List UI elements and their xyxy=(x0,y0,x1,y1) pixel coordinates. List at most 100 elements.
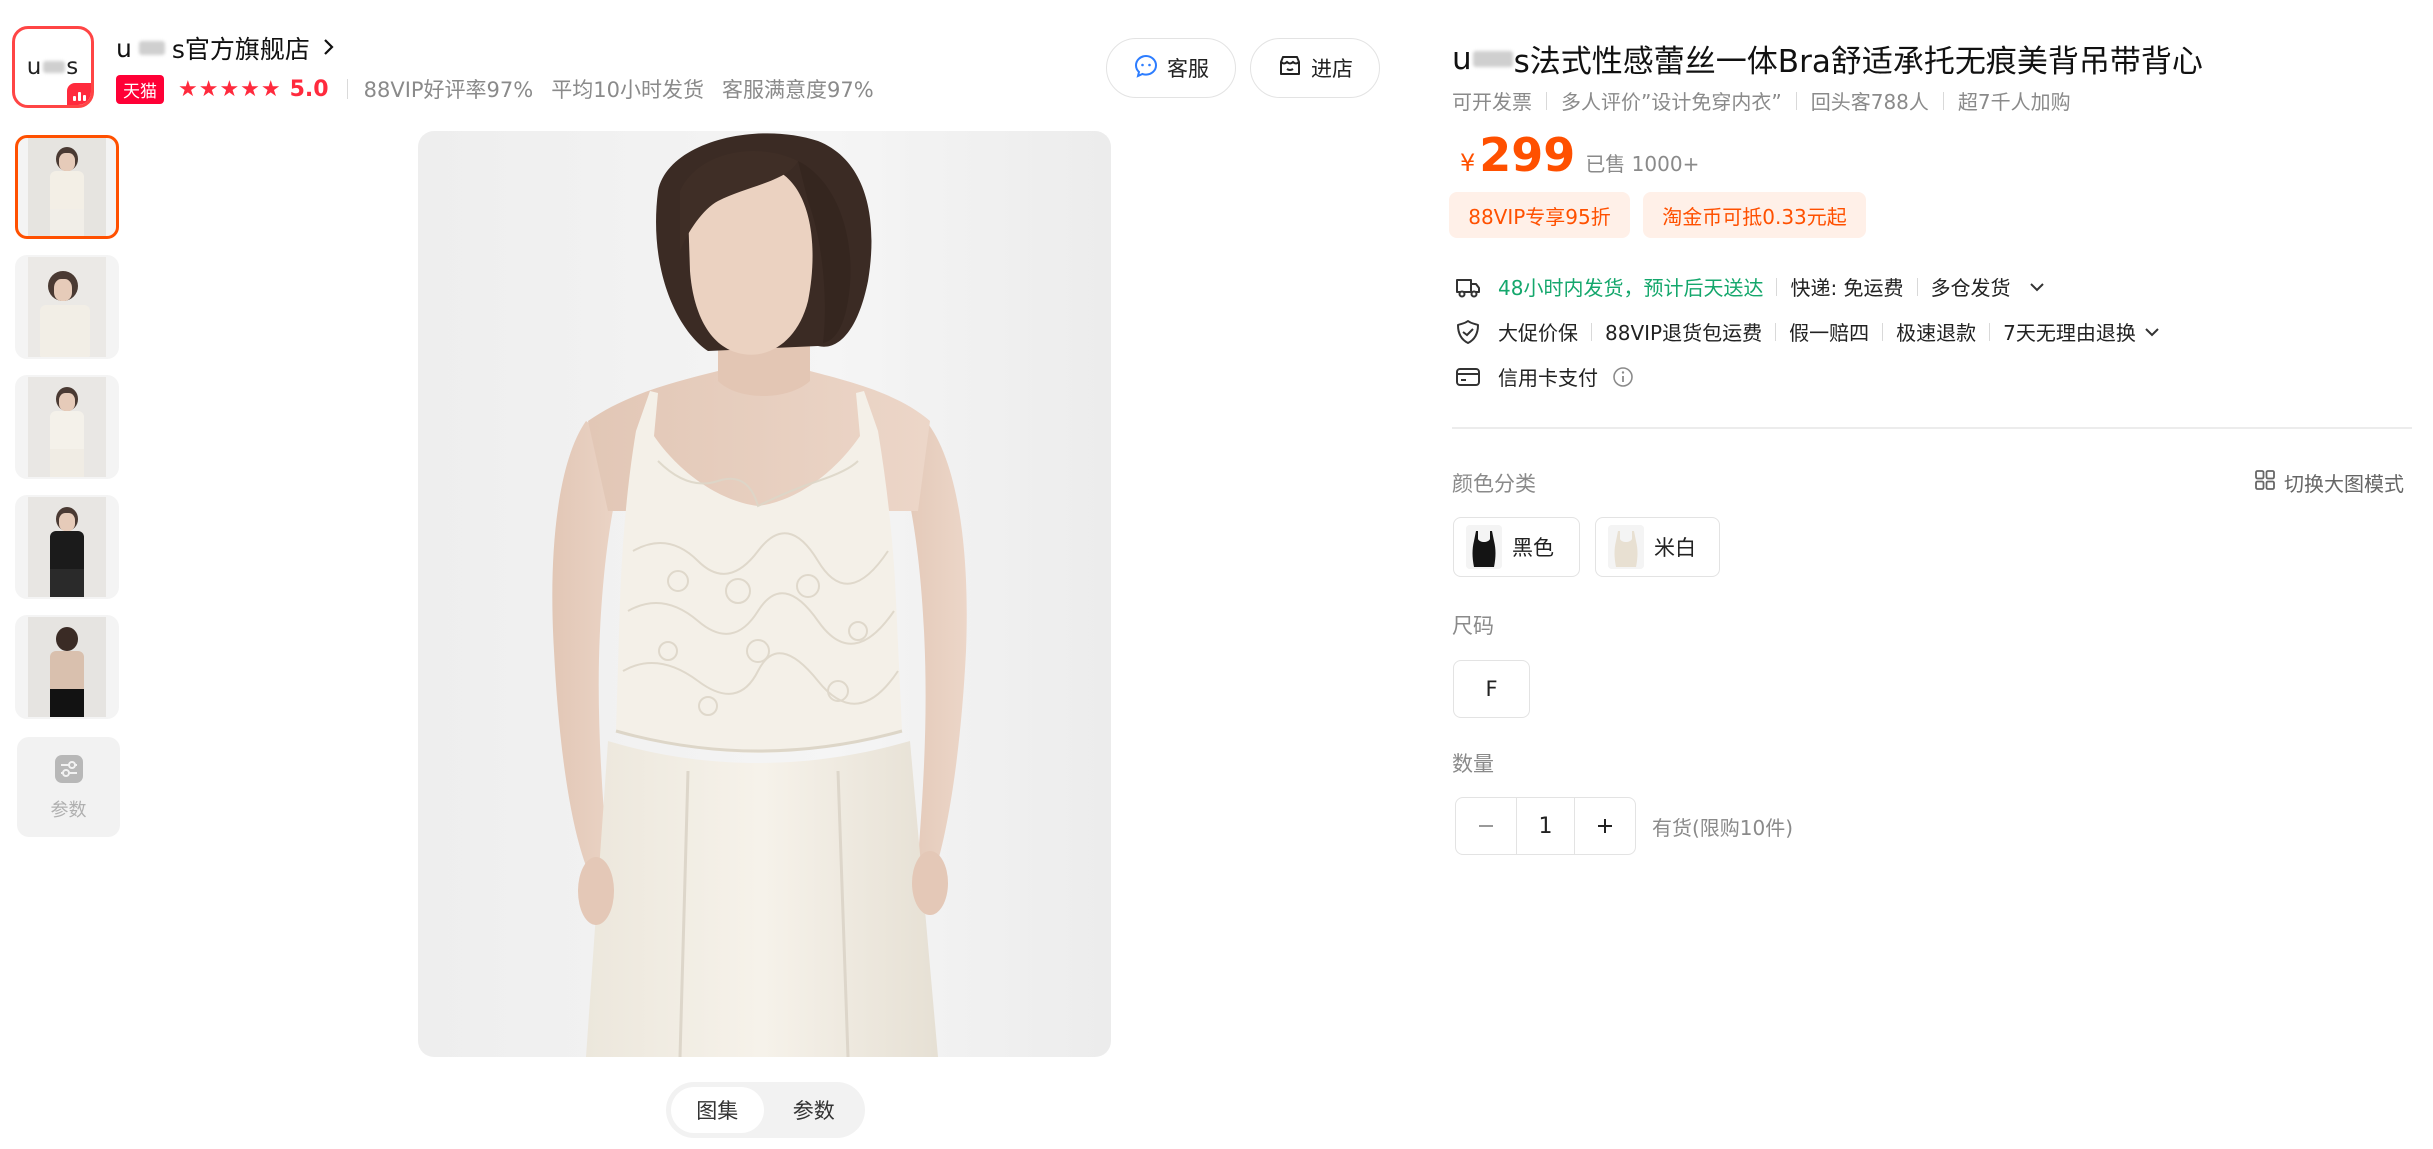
tag-invoice: 可开发票 xyxy=(1452,90,1532,114)
store-name-prefix: u xyxy=(116,33,132,63)
tag-reviews: 多人评价”设计免穿内衣” xyxy=(1561,90,1782,114)
product-thumbnail-image xyxy=(28,497,106,597)
thumbnail-2[interactable] xyxy=(15,255,119,359)
params-thumbnail[interactable]: 参数 xyxy=(17,737,120,837)
chat-bubble-icon xyxy=(1133,53,1159,84)
section-divider xyxy=(1452,427,2412,429)
quantity-label: 数量 xyxy=(1452,752,1494,776)
avg-ship-time: 平均10小时发货 xyxy=(551,78,704,102)
payment-row: 信用卡支付 xyxy=(1454,362,1634,391)
store-meta: 天猫 ★★★★★ 5.0 88VIP好评率97% 平均10小时发货 客服满意度9… xyxy=(116,74,892,104)
sold-count: 已售 1000+ xyxy=(1585,152,1700,176)
product-tags: 可开发票 多人评价”设计免穿内衣” 回头客788人 超7千人加购 xyxy=(1452,86,2071,115)
guarantee-fake-compensation: 假一赔四 xyxy=(1789,321,1870,345)
product-photo-illustration xyxy=(552,133,967,1057)
price-currency: ¥ xyxy=(1460,149,1476,177)
stock-status: 有货(限购10件) xyxy=(1652,816,1794,840)
gallery-view-toggle[interactable]: 图集 参数 xyxy=(666,1082,865,1138)
product-thumbnail-image xyxy=(28,257,106,357)
plus-icon xyxy=(1598,819,1612,833)
price-value: 299 xyxy=(1479,128,1576,182)
promo-vip-discount[interactable]: 88VIP专享95折 xyxy=(1449,192,1630,238)
color-label: 颜色分类 xyxy=(1452,472,1536,496)
info-icon[interactable] xyxy=(1612,366,1634,388)
enter-shop-button[interactable]: 进店 xyxy=(1250,38,1380,98)
redaction-blur xyxy=(138,41,165,55)
guarantee-7day-return: 7天无理由退换 xyxy=(2003,321,2136,345)
product-title-prefix: u xyxy=(1452,40,1472,77)
quantity-stepper[interactable]: 1 xyxy=(1455,797,1636,855)
thumbnail-3[interactable] xyxy=(15,375,119,479)
minus-icon xyxy=(1479,825,1493,827)
store-name-link[interactable]: u s官方旗舰店 xyxy=(116,30,334,66)
guarantee-fast-refund: 极速退款 xyxy=(1896,321,1977,345)
tag-repeat-customers: 回头客788人 xyxy=(1810,90,1929,114)
tab-params[interactable]: 参数 xyxy=(768,1087,861,1133)
guarantees-row[interactable]: 大促价保 88VIP退货包运费 假一赔四 极速退款 7天无理由退换 xyxy=(1454,317,2160,346)
payment-credit-card: 信用卡支付 xyxy=(1498,366,1598,390)
chevron-down-icon[interactable] xyxy=(2029,281,2045,293)
size-option-f[interactable]: F xyxy=(1453,660,1530,718)
product-thumbnail-image xyxy=(28,617,106,717)
rating-stars-icon: ★★★★★ xyxy=(178,76,282,102)
delivery-eta: 48小时内发货，预计后天送达 xyxy=(1498,276,1764,300)
color-swatch-image xyxy=(1608,525,1644,569)
divider xyxy=(1916,277,1918,296)
divider xyxy=(346,79,348,99)
main-product-image[interactable] xyxy=(418,131,1111,1057)
product-title: u s法式性感蕾丝一体Bra舒适承托无痕美背吊带背心 xyxy=(1452,36,2203,81)
credit-card-icon xyxy=(1454,363,1482,391)
color-option-label: 米白 xyxy=(1654,536,1696,560)
divider xyxy=(1942,91,1944,110)
guarantee-price-protect: 大促价保 xyxy=(1498,321,1578,345)
increase-quantity-button[interactable] xyxy=(1575,798,1635,854)
store-logo-suffix: s xyxy=(66,54,80,80)
enter-shop-label: 进店 xyxy=(1311,57,1353,81)
divider xyxy=(1795,91,1797,110)
color-swatch-image xyxy=(1466,525,1502,569)
divider xyxy=(1989,322,1991,341)
delivery-row[interactable]: 48小时内发货，预计后天送达 快递: 免运费 多仓发货 xyxy=(1454,272,2045,301)
redaction-blur xyxy=(1472,50,1513,67)
customer-service-button[interactable]: 客服 xyxy=(1106,38,1236,98)
product-thumbnail-image xyxy=(28,377,106,477)
redaction-blur xyxy=(43,61,66,73)
shop-icon xyxy=(1277,53,1303,84)
express-fee: 快递: 免运费 xyxy=(1790,276,1904,300)
service-satisfaction: 客服满意度97% xyxy=(721,78,874,102)
price-row: ¥ 299 已售 1000+ xyxy=(1460,128,1699,182)
grid-icon xyxy=(2254,469,2276,496)
tag-cart-adds: 超7千人加购 xyxy=(1957,90,2071,114)
divider xyxy=(1775,322,1777,341)
decrease-quantity-button[interactable] xyxy=(1456,798,1516,854)
store-name-suffix: s官方旗舰店 xyxy=(171,35,310,64)
divider xyxy=(1882,322,1884,341)
vip-rating: 88VIP好评率97% xyxy=(363,78,534,102)
thumbnail-5[interactable] xyxy=(15,615,119,719)
tmall-badge: 天猫 xyxy=(116,74,164,104)
store-logo[interactable]: us xyxy=(12,26,94,108)
thumbnail-1[interactable] xyxy=(15,135,119,239)
switch-view-label: 切换大图模式 xyxy=(2284,472,2404,496)
store-logo-text: us xyxy=(27,54,80,80)
tab-gallery[interactable]: 图集 xyxy=(671,1087,764,1133)
color-option-label: 黑色 xyxy=(1512,536,1554,560)
promo-taojinbi[interactable]: 淘金币可抵0.33元起 xyxy=(1643,192,1866,238)
quantity-value[interactable]: 1 xyxy=(1516,798,1575,854)
live-badge-icon xyxy=(67,83,91,105)
color-option-black[interactable]: 黑色 xyxy=(1453,517,1580,577)
thumbnail-4[interactable] xyxy=(15,495,119,599)
divider xyxy=(1546,91,1547,110)
color-option-offwhite[interactable]: 米白 xyxy=(1595,517,1720,577)
product-thumbnail-image xyxy=(28,138,106,236)
store-logo-prefix: u xyxy=(26,54,43,80)
divider xyxy=(1776,277,1778,296)
params-thumbnail-label: 参数 xyxy=(50,799,87,821)
chevron-right-icon xyxy=(322,34,334,62)
params-icon xyxy=(53,753,85,790)
switch-large-image-mode[interactable]: 切换大图模式 xyxy=(2254,468,2404,497)
guarantee-vip-return: 88VIP退货包运费 xyxy=(1605,321,1763,345)
chevron-down-icon[interactable] xyxy=(2144,326,2160,338)
customer-service-label: 客服 xyxy=(1167,57,1209,81)
store-score: 5.0 xyxy=(289,76,329,102)
